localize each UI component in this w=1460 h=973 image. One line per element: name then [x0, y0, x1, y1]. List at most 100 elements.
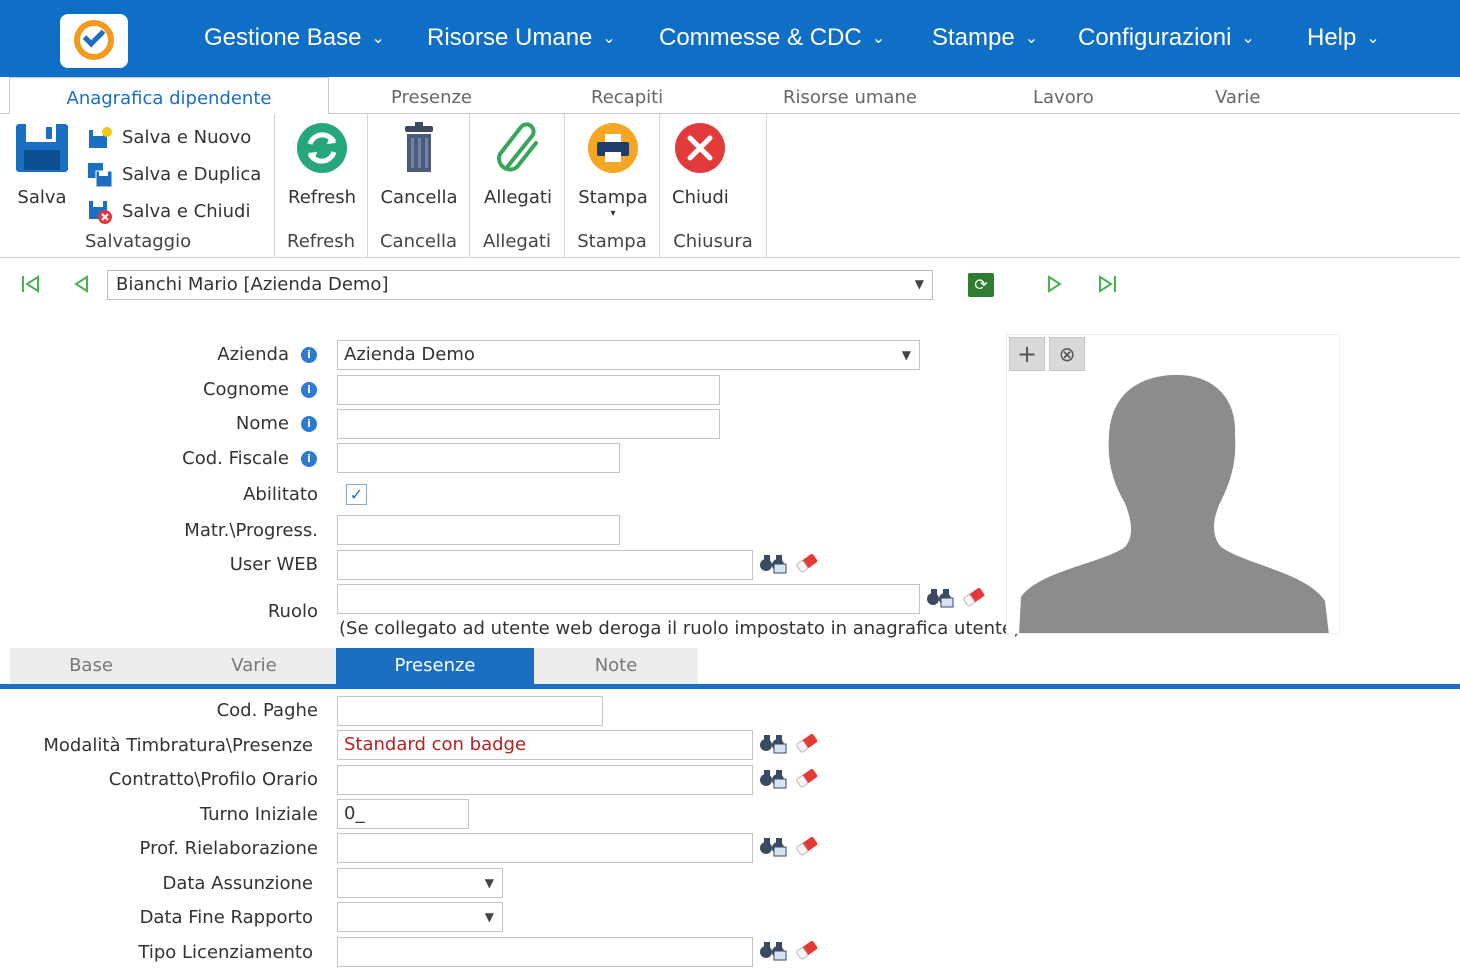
eraser-icon[interactable] [793, 767, 821, 791]
section-tab-base[interactable]: Base [10, 648, 172, 684]
info-icon[interactable]: i [301, 451, 317, 467]
salva-e-duplica-button[interactable]: Salva e Duplica [88, 163, 261, 188]
trash-icon [405, 122, 433, 172]
turno-label: Turno Iniziale [199, 804, 318, 825]
paperclip-icon [497, 122, 538, 172]
contratto-input[interactable] [337, 765, 753, 795]
info-icon[interactable]: i [301, 416, 317, 432]
group-refresh: Refresh Refresh [275, 114, 368, 258]
modalita-input[interactable]: Standard con badge [337, 730, 753, 760]
tab-lavoro[interactable]: Lavoro [1033, 87, 1094, 108]
tab-risorse-umane[interactable]: Risorse umane [783, 87, 917, 108]
nav-gestione-base[interactable]: Gestione Base ⌄ [204, 24, 385, 52]
data-fine-rapporto-select[interactable]: ▼ [337, 902, 503, 932]
employee-photo: + ⊗ [1006, 334, 1340, 634]
last-record-icon[interactable] [1096, 274, 1118, 299]
lookup-binoculars-icon[interactable] [759, 767, 787, 791]
eraser-icon[interactable] [960, 586, 988, 610]
stampa-label: Stampa [578, 187, 648, 208]
section-tab-underline [0, 684, 1460, 689]
ruolo-input[interactable] [337, 584, 920, 614]
chevron-down-icon: ⌄ [871, 30, 886, 47]
data-assunzione-label: Data Assunzione [162, 873, 313, 894]
refresh-label: Refresh [288, 187, 356, 208]
nav-commesse-cdc[interactable]: Commesse & CDC ⌄ [659, 24, 885, 52]
prof-rielaborazione-input[interactable] [337, 833, 753, 863]
codfiscale-input[interactable] [337, 443, 620, 473]
cancella-label: Cancella [380, 187, 458, 208]
info-icon[interactable]: i [301, 347, 317, 363]
codfiscale-label: Cod. Fiscale i [182, 448, 317, 469]
nav-stampe[interactable]: Stampe ⌄ [932, 24, 1038, 52]
reload-record-icon[interactable]: ⟳ [968, 273, 994, 297]
nav-risorse-umane[interactable]: Risorse Umane ⌄ [427, 24, 616, 52]
matr-input[interactable] [337, 515, 620, 545]
cancella-button[interactable]: Cancella [380, 122, 458, 208]
salva-button[interactable]: Salva [10, 122, 74, 208]
save-close-icon [88, 200, 112, 224]
abilitato-checkbox[interactable]: ✓ [346, 484, 367, 505]
group-label-refresh: Refresh [287, 231, 355, 252]
nav-help[interactable]: Help ⌄ [1307, 24, 1380, 52]
section-tab-presenze[interactable]: Presenze [336, 648, 534, 684]
group-cancella: Cancella Cancella [368, 114, 470, 258]
salva-e-nuovo-button[interactable]: Salva e Nuovo [88, 126, 251, 150]
chevron-down-icon: ⌄ [1241, 30, 1255, 47]
floppy-disk-icon [16, 124, 68, 172]
top-navbar: Gestione Base ⌄ Risorse Umane ⌄ Commesse &… [0, 0, 1460, 77]
avatar-placeholder-icon [1019, 374, 1329, 633]
userweb-input[interactable] [337, 550, 753, 580]
info-icon[interactable]: i [301, 382, 317, 398]
chevron-down-icon: ⌄ [371, 30, 385, 47]
ruolo-label: Ruolo [267, 601, 318, 622]
group-chiusura: Chiudi Chiusura [660, 114, 767, 258]
group-label-chiusura: Chiusura [673, 231, 753, 252]
allegati-button[interactable]: Allegati [480, 122, 556, 208]
eraser-icon[interactable] [793, 939, 821, 963]
chevron-down-icon: ⌄ [1366, 30, 1380, 47]
close-icon [675, 123, 725, 173]
dropdown-arrow-icon: ▼ [901, 348, 911, 362]
section-tab-varie[interactable]: Varie [172, 648, 336, 684]
prof-rielaborazione-label: Prof. Rielaborazione [139, 838, 318, 859]
tab-varie[interactable]: Varie [1215, 87, 1260, 108]
cognome-input[interactable] [337, 375, 720, 405]
app-logo[interactable] [60, 14, 128, 68]
lookup-binoculars-icon[interactable] [759, 732, 787, 756]
lookup-binoculars-icon[interactable] [759, 939, 787, 963]
tab-anagrafica-dipendente[interactable]: Anagrafica dipendente [9, 77, 329, 115]
turno-input[interactable]: 0_ [337, 799, 469, 829]
next-record-icon[interactable] [1045, 274, 1063, 299]
lookup-binoculars-icon[interactable] [759, 835, 787, 859]
data-fine-rapporto-label: Data Fine Rapporto [139, 907, 313, 928]
lookup-binoculars-icon[interactable] [926, 586, 954, 610]
salva-e-chiudi-button[interactable]: Salva e Chiudi [88, 200, 250, 224]
chevron-down-icon: ⌄ [602, 30, 616, 47]
refresh-button[interactable]: Refresh [285, 122, 359, 208]
record-selector[interactable]: Bianchi Mario [Azienda Demo] ▼ [107, 270, 933, 300]
allegati-label: Allegati [484, 187, 552, 208]
caret-down-icon: ▾ [610, 208, 616, 219]
ribbon-tabs: Anagrafica dipendente Presenze Recapiti … [0, 77, 1460, 115]
nav-configurazioni[interactable]: Configurazioni ⌄ [1078, 24, 1255, 52]
save-duplicate-icon [88, 163, 113, 188]
data-assunzione-select[interactable]: ▼ [337, 868, 503, 898]
save-new-icon [88, 126, 112, 150]
eraser-icon[interactable] [793, 835, 821, 859]
tab-recapiti[interactable]: Recapiti [591, 87, 663, 108]
stampa-button[interactable]: Stampa ▾ [575, 122, 651, 219]
lookup-binoculars-icon[interactable] [759, 552, 787, 576]
nome-label: Nome i [236, 413, 317, 434]
tab-presenze[interactable]: Presenze [391, 87, 472, 108]
nome-input[interactable] [337, 409, 720, 439]
modalita-label: Modalità Timbratura\Presenze [43, 735, 313, 756]
first-record-icon[interactable] [20, 274, 42, 299]
codpaghe-input[interactable] [337, 696, 603, 726]
section-tab-note[interactable]: Note [534, 648, 698, 684]
eraser-icon[interactable] [793, 732, 821, 756]
chiudi-button[interactable]: Chiudi [672, 122, 729, 208]
previous-record-icon[interactable] [73, 274, 91, 299]
azienda-select[interactable]: Azienda Demo ▼ [337, 340, 920, 370]
tipo-licenziamento-input[interactable] [337, 937, 753, 967]
eraser-icon[interactable] [793, 552, 821, 576]
